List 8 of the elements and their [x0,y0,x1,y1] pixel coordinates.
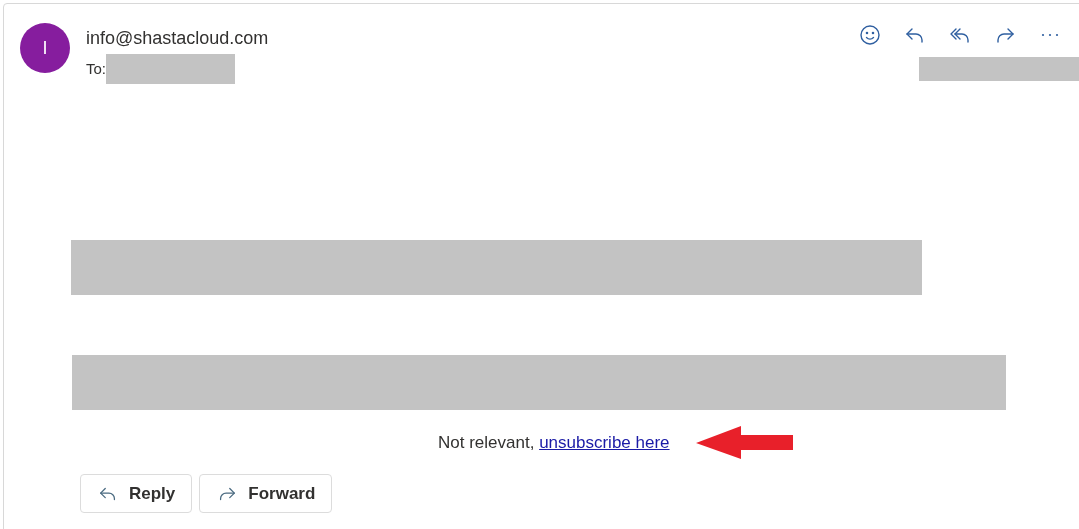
sender-avatar: I [20,23,70,73]
forward-button[interactable]: Forward [199,474,333,513]
unsubscribe-link[interactable]: unsubscribe here [539,432,670,452]
unsubscribe-sentence: Not relevant, unsubscribe here [438,431,670,454]
recipient-label: To: [86,58,106,79]
reply-button[interactable]: Reply [80,474,193,513]
sender-address: info@shastacloud.com [86,27,269,50]
emoji-icon[interactable] [858,23,882,47]
